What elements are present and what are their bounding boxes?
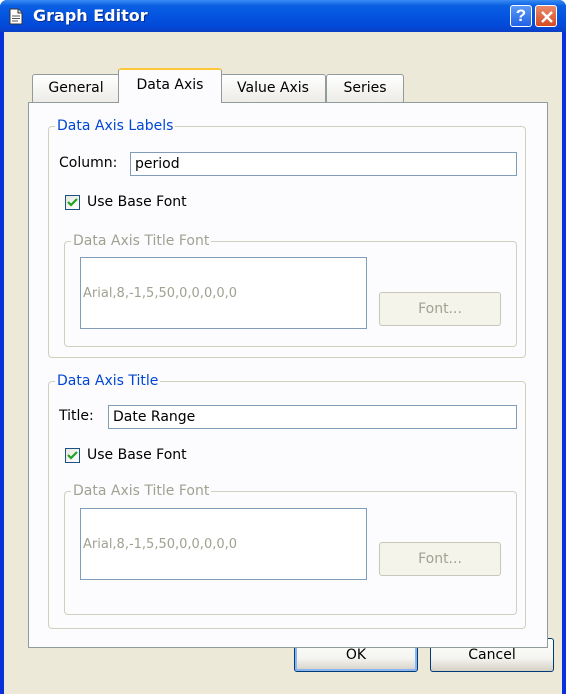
title-input[interactable]: Date Range <box>108 405 517 429</box>
use-base-font-label: Use Base Font <box>87 194 187 210</box>
title-bar[interactable]: Graph Editor ? <box>0 0 566 32</box>
help-button[interactable]: ? <box>510 5 532 27</box>
use-base-font-checkbox[interactable] <box>65 195 80 210</box>
checkmark-icon <box>67 451 78 460</box>
data-axis-title-font-group-title: Data Axis Title Font <box>73 483 210 499</box>
tab-general[interactable]: General <box>32 74 120 103</box>
close-icon <box>541 11 553 23</box>
data-axis-title-font-preview: Arial,8,-1,5,50,0,0,0,0,0 <box>80 508 367 580</box>
tab-series[interactable]: Series <box>326 74 404 103</box>
tab-strip: General Data Axis Value Axis Series <box>4 32 562 103</box>
data-axis-title-font-value: Arial,8,-1,5,50,0,0,0,0,0 <box>83 537 238 552</box>
title-label: Title: <box>59 408 94 424</box>
data-axis-title-font-button[interactable]: Font... <box>379 542 501 576</box>
document-icon <box>9 8 23 25</box>
data-axis-tab-panel: Data Axis Labels Column: period Use Base… <box>28 102 548 648</box>
data-axis-labels-font-value: Arial,8,-1,5,50,0,0,0,0,0 <box>83 286 238 301</box>
tab-data-axis[interactable]: Data Axis <box>118 68 222 103</box>
graph-editor-window: Graph Editor ? General Data Axis Value A… <box>0 0 566 694</box>
data-axis-title-group-title: Data Axis Title <box>57 373 159 389</box>
window-title: Graph Editor <box>33 6 148 25</box>
title-use-base-font-label: Use Base Font <box>87 447 187 463</box>
checkmark-icon <box>67 198 78 207</box>
column-input[interactable]: period <box>130 152 517 176</box>
data-axis-labels-font-button[interactable]: Font... <box>379 292 501 326</box>
data-axis-labels-group-title: Data Axis Labels <box>57 118 174 134</box>
data-axis-labels-font-preview: Arial,8,-1,5,50,0,0,0,0,0 <box>80 257 367 329</box>
dialog-body: General Data Axis Value Axis Series Data… <box>4 32 562 694</box>
close-button[interactable] <box>535 5 557 27</box>
data-axis-labels-font-group-title: Data Axis Title Font <box>73 233 210 249</box>
tab-value-axis[interactable]: Value Axis <box>220 74 326 103</box>
column-label: Column: <box>59 155 118 171</box>
title-use-base-font-checkbox[interactable] <box>65 448 80 463</box>
